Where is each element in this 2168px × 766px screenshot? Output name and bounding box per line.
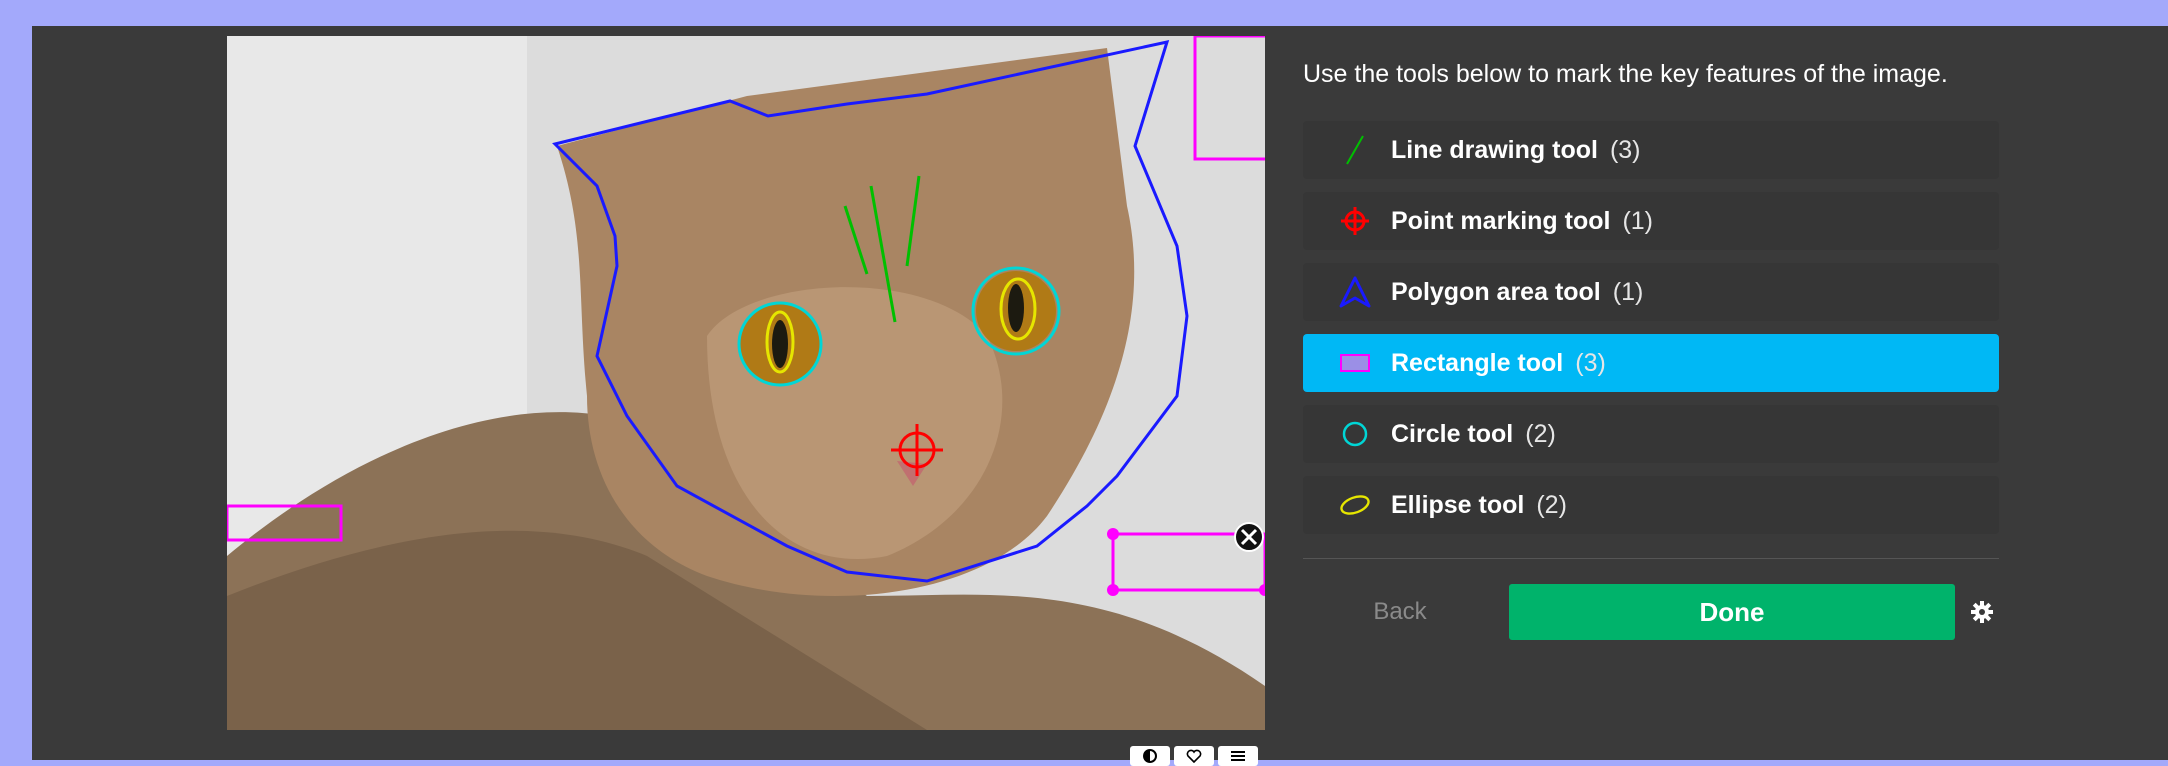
tool-point-marking[interactable]: Point marking tool (1) bbox=[1303, 192, 1999, 250]
list-icon bbox=[1231, 751, 1245, 761]
polygon-icon bbox=[1339, 276, 1371, 308]
tool-label: Ellipse tool bbox=[1391, 490, 1525, 519]
delete-mark-icon[interactable] bbox=[1234, 522, 1264, 552]
tool-label: Point marking tool bbox=[1391, 206, 1611, 235]
contrast-icon bbox=[1143, 749, 1157, 763]
divider bbox=[1303, 558, 1999, 559]
subject-image[interactable] bbox=[227, 36, 1265, 730]
favorite-button[interactable] bbox=[1174, 746, 1214, 766]
tool-label: Polygon area tool bbox=[1391, 277, 1601, 306]
tool-circle[interactable]: Circle tool (2) bbox=[1303, 405, 1999, 463]
tool-count: (2) bbox=[1536, 490, 1567, 519]
subject-tools bbox=[1130, 746, 1258, 766]
tool-count: (1) bbox=[1622, 206, 1654, 235]
tool-label: Circle tool bbox=[1391, 419, 1514, 448]
tool-ellipse[interactable]: Ellipse tool (2) bbox=[1303, 476, 1999, 534]
crosshair-icon bbox=[1339, 205, 1371, 237]
ellipse-icon bbox=[1339, 489, 1371, 521]
circle-icon bbox=[1339, 418, 1371, 450]
tool-line-drawing[interactable]: Line drawing tool (3) bbox=[1303, 121, 1999, 179]
annotation-canvas[interactable] bbox=[227, 36, 1265, 730]
back-button[interactable]: Back bbox=[1340, 584, 1460, 640]
line-icon bbox=[1339, 134, 1371, 166]
tool-count: (3) bbox=[1609, 135, 1641, 164]
tool-count: (2) bbox=[1525, 419, 1556, 448]
heart-icon bbox=[1186, 749, 1202, 763]
tool-count: (3) bbox=[1575, 348, 1606, 377]
rectangle-icon bbox=[1339, 347, 1371, 379]
tool-label: Line drawing tool bbox=[1391, 135, 1598, 164]
done-button[interactable]: Done bbox=[1509, 584, 1955, 640]
tool-list: Line drawing tool (3) Point marking tool… bbox=[1303, 121, 1999, 547]
tool-label: Rectangle tool bbox=[1391, 348, 1564, 377]
invert-button[interactable] bbox=[1130, 746, 1170, 766]
task-instruction: Use the tools below to mark the key feat… bbox=[1303, 60, 1948, 88]
collect-button[interactable] bbox=[1218, 746, 1258, 766]
tool-rectangle[interactable]: Rectangle tool (3) bbox=[1303, 334, 1999, 392]
tool-count: (1) bbox=[1612, 277, 1644, 306]
gear-icon[interactable] bbox=[1968, 598, 1996, 626]
tool-polygon-area[interactable]: Polygon area tool (1) bbox=[1303, 263, 1999, 321]
